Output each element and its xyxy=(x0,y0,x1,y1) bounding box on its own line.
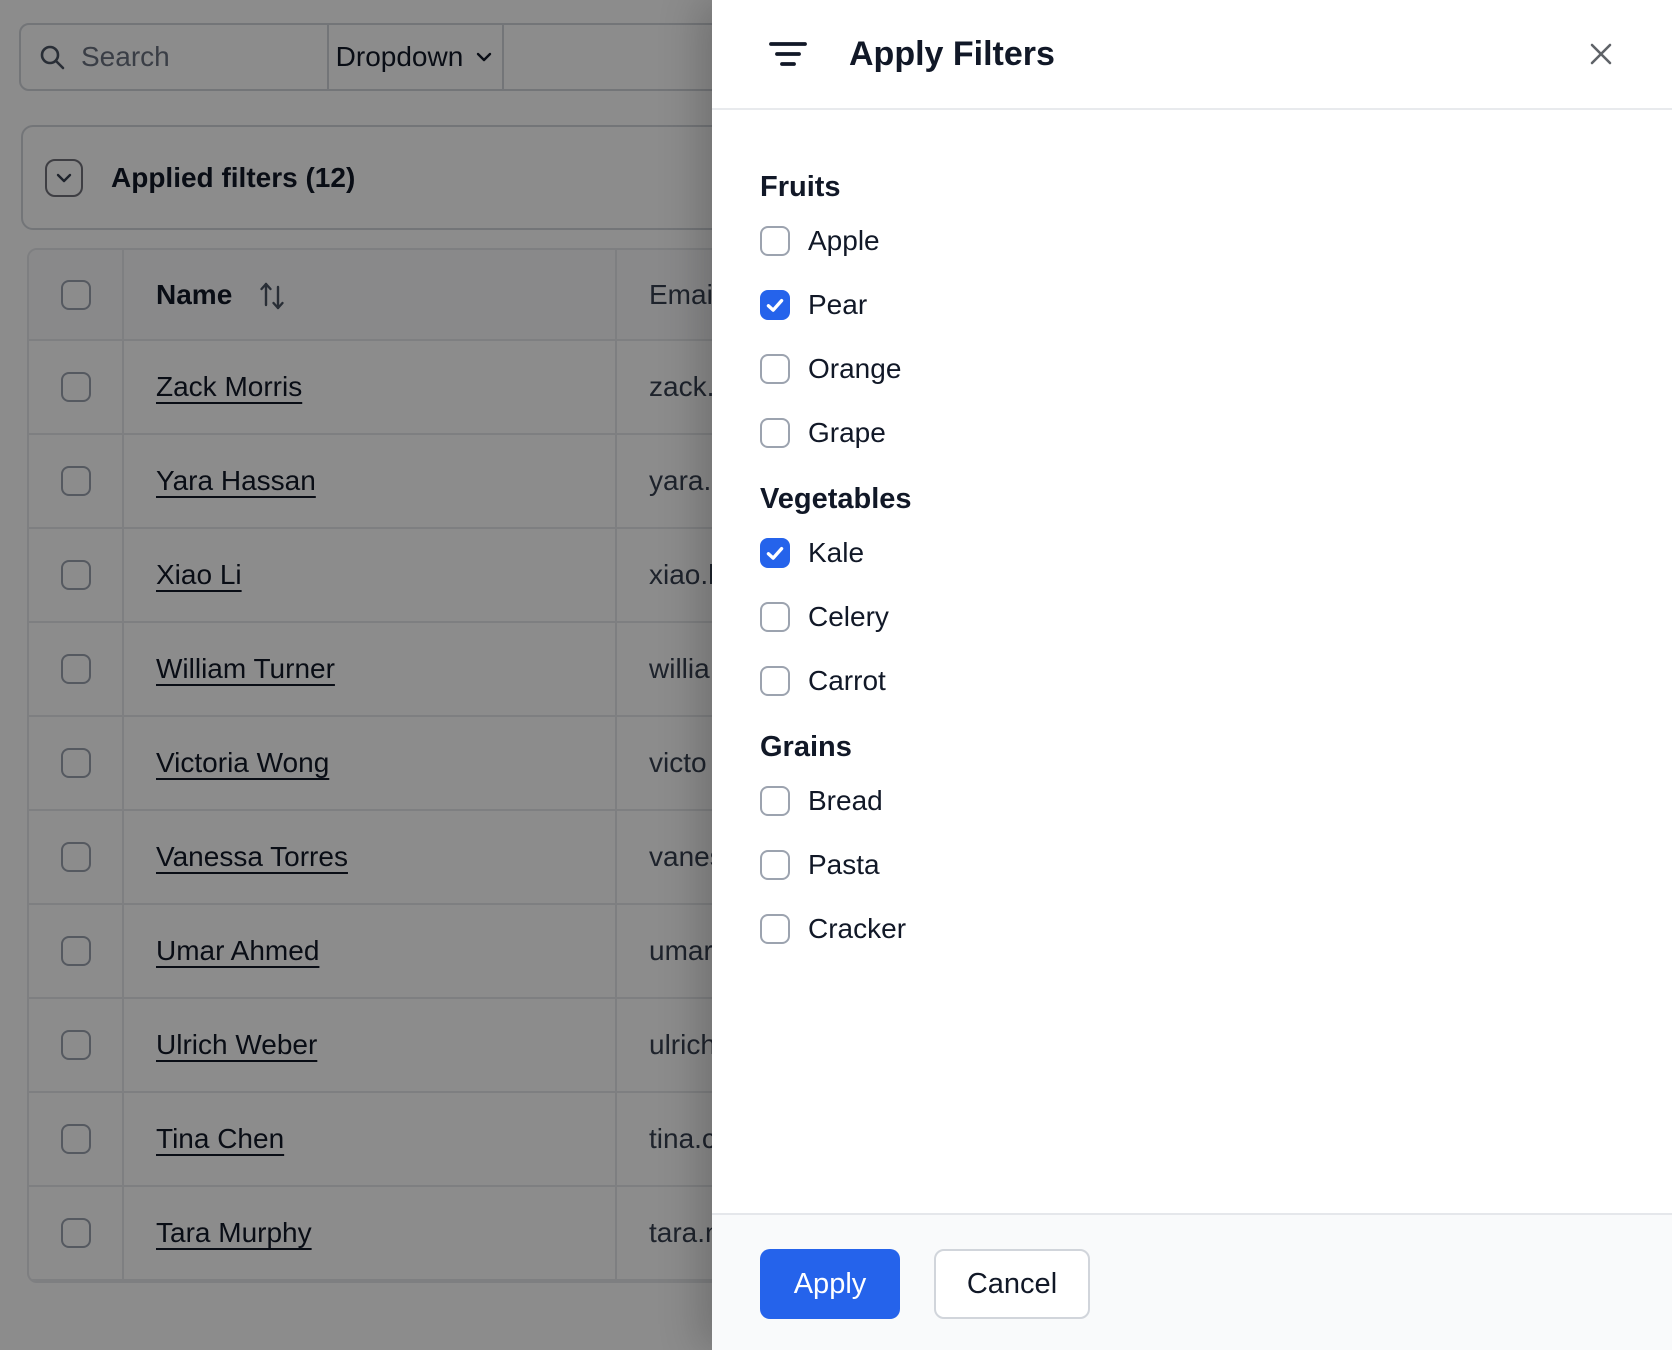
checkbox[interactable] xyxy=(760,850,790,880)
drawer-title: Apply Filters xyxy=(849,34,1055,73)
filter-option[interactable]: Celery xyxy=(760,602,1632,632)
checkbox[interactable] xyxy=(760,418,790,448)
drawer-footer: Apply Cancel xyxy=(712,1213,1672,1350)
filter-option-label: Grape xyxy=(808,417,886,448)
filter-option-label: Celery xyxy=(808,601,889,632)
filter-option[interactable]: Pasta xyxy=(760,850,1632,880)
check-icon xyxy=(766,298,784,312)
filter-group: Grains Bread Pasta Cracker xyxy=(760,730,1632,944)
filter-options: Apple Pear Orange Grape xyxy=(760,226,1632,448)
checkbox[interactable] xyxy=(760,226,790,256)
filter-option-label: Apple xyxy=(808,225,880,256)
filter-option-label: Kale xyxy=(808,537,865,568)
filter-option[interactable]: Pear xyxy=(760,290,1632,320)
filter-group: Vegetables Kale Celery Carrot xyxy=(760,482,1632,696)
filter-groups: Fruits Apple Pear Orange Grape Vegetable… xyxy=(712,110,1672,1213)
close-button[interactable] xyxy=(1584,37,1618,71)
filter-option-label: Cracker xyxy=(808,913,907,944)
cancel-button[interactable]: Cancel xyxy=(934,1249,1090,1319)
checkbox[interactable] xyxy=(760,786,790,816)
checkbox[interactable] xyxy=(760,290,790,320)
drawer-header: Apply Filters xyxy=(712,0,1672,110)
filter-option[interactable]: Kale xyxy=(760,538,1632,568)
checkbox[interactable] xyxy=(760,354,790,384)
check-icon xyxy=(766,546,784,560)
filter-option[interactable]: Grape xyxy=(760,418,1632,448)
filter-lines-icon xyxy=(769,42,807,66)
checkbox[interactable] xyxy=(760,666,790,696)
filter-options: Kale Celery Carrot xyxy=(760,538,1632,696)
filter-option[interactable]: Orange xyxy=(760,354,1632,384)
filter-option[interactable]: Bread xyxy=(760,786,1632,816)
filter-group-title: Grains xyxy=(760,731,852,763)
filter-option-label: Bread xyxy=(808,785,883,816)
apply-filters-drawer: Apply Filters Fruits Apple Pear Orange G… xyxy=(712,0,1672,1350)
filter-group: Fruits Apple Pear Orange Grape xyxy=(760,170,1632,448)
checkbox[interactable] xyxy=(760,538,790,568)
filter-group-title: Fruits xyxy=(760,171,841,203)
filter-option[interactable]: Apple xyxy=(760,226,1632,256)
apply-button[interactable]: Apply xyxy=(760,1249,900,1319)
close-icon xyxy=(1590,43,1612,65)
filter-option-label: Pear xyxy=(808,289,868,320)
filter-option[interactable]: Cracker xyxy=(760,914,1632,944)
filter-option-label: Orange xyxy=(808,353,902,384)
filter-options: Bread Pasta Cracker xyxy=(760,786,1632,944)
checkbox[interactable] xyxy=(760,914,790,944)
filter-option-label: Carrot xyxy=(808,665,886,696)
filter-option-label: Pasta xyxy=(808,849,880,880)
filter-option[interactable]: Carrot xyxy=(760,666,1632,696)
filter-group-title: Vegetables xyxy=(760,483,912,515)
checkbox[interactable] xyxy=(760,602,790,632)
